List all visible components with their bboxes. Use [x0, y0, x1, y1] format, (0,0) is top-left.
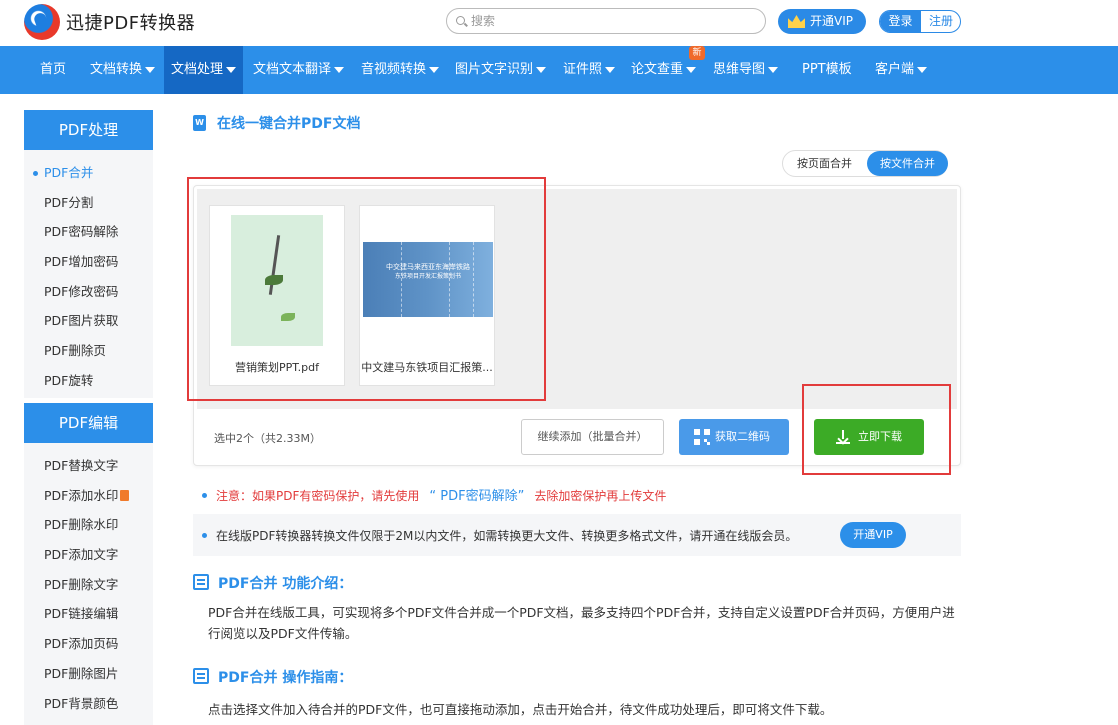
- auth-buttons: 登录 注册: [879, 10, 961, 33]
- get-qr-button[interactable]: 获取二维码: [679, 419, 789, 455]
- nav-label: 证件照: [563, 62, 603, 77]
- register-button[interactable]: 注册: [921, 11, 960, 32]
- vip-info-text: 在线版PDF转换器转换文件仅限于2M以内文件，如需转换更大文件、转换更多格式文件…: [216, 529, 798, 543]
- sidebar-group-pdf-process: PDF处理: [24, 110, 153, 150]
- chevron-down-icon: [145, 66, 156, 73]
- pdf-decrypt-link[interactable]: “ PDF密码解除”: [429, 489, 524, 504]
- search-placeholder: 搜索: [471, 14, 496, 28]
- continue-add-button[interactable]: 继续添加（批量合并）: [521, 419, 664, 455]
- hot-tag-icon: [120, 489, 130, 501]
- vip-info: 在线版PDF转换器转换文件仅限于2M以内文件，如需转换更大文件、转换更多格式文件…: [202, 527, 797, 544]
- open-vip-label: 开通VIP: [810, 14, 853, 28]
- chevron-down-icon: [768, 66, 779, 73]
- chevron-down-icon: [226, 66, 237, 73]
- main-nav: 首页 文档转换 文档处理 文档文本翻译 音视频转换 图片文字识别 证件照 论文查…: [0, 46, 1118, 94]
- sidebar-item-link-edit[interactable]: PDF链接编辑: [24, 599, 153, 629]
- sidebar-item-add-page-number[interactable]: PDF添加页码: [24, 629, 153, 659]
- sidebar-item-pdf-decrypt[interactable]: PDF密码解除: [24, 217, 153, 247]
- nav-home[interactable]: 首页: [40, 46, 66, 94]
- sidebar-item-pdf-merge[interactable]: PDF合并: [24, 158, 153, 188]
- open-vip-button[interactable]: 开通VIP: [778, 9, 866, 34]
- login-button[interactable]: 登录: [880, 11, 921, 32]
- feature-intro-title: PDF合并 功能介绍：: [218, 576, 353, 592]
- nav-label: 音视频转换: [361, 62, 427, 77]
- top-header: 迅捷PDF转换器 搜索 开通VIP 登录 注册: [0, 0, 1118, 46]
- nav-translate[interactable]: 文档文本翻译: [253, 46, 345, 94]
- nav-label: 文档处理: [171, 62, 224, 77]
- nav-label: 首页: [40, 62, 67, 77]
- nav-client[interactable]: 客户端: [875, 46, 928, 94]
- nav-doc-process[interactable]: 文档处理: [164, 46, 244, 94]
- notice-text: 注意：如果PDF有密码保护，请先使用: [216, 489, 420, 503]
- highlight-box-files: [187, 177, 546, 401]
- merge-by-page-tab[interactable]: 按页面合并: [783, 151, 866, 176]
- notice-text: 去除加密保护再上传文件: [534, 489, 667, 503]
- chevron-down-icon: [686, 66, 697, 73]
- nav-label: 图片文字识别: [455, 62, 534, 77]
- nav-label: 客户端: [875, 62, 915, 77]
- search-input[interactable]: 搜索: [446, 8, 766, 34]
- nav-ocr[interactable]: 图片文字识别: [455, 46, 547, 94]
- nav-label: 文档文本翻译: [253, 62, 332, 77]
- merge-by-file-tab[interactable]: 按文件合并: [867, 151, 948, 176]
- nav-id-photo[interactable]: 证件照: [563, 46, 616, 94]
- highlight-box-download: [802, 384, 951, 475]
- sidebar-item-pdf-delete-page[interactable]: PDF删除页: [24, 336, 153, 366]
- nav-av-convert[interactable]: 音视频转换: [361, 46, 440, 94]
- sidebar-item-pdf-encrypt[interactable]: PDF增加密码: [24, 247, 153, 277]
- nav-label: 思维导图: [713, 62, 766, 77]
- page-title: 在线一键合并PDF文档: [217, 116, 361, 132]
- sidebar-item-background-color[interactable]: PDF背景颜色: [24, 689, 153, 719]
- new-badge: 新: [689, 46, 705, 60]
- bullet-dot: [202, 533, 207, 538]
- sidebar-item-add-watermark[interactable]: PDF添加水印: [24, 481, 153, 511]
- chevron-down-icon: [605, 66, 616, 73]
- get-qr-label: 获取二维码: [715, 430, 770, 443]
- selection-status: 选中2个（共2.33M）: [214, 432, 321, 445]
- sidebar-item-add-text[interactable]: PDF添加文字: [24, 540, 153, 570]
- open-vip-small-button[interactable]: 开通VIP: [840, 522, 906, 548]
- search-icon: [456, 16, 465, 25]
- chevron-down-icon: [536, 66, 547, 73]
- vip-info-box: 在线版PDF转换器转换文件仅限于2M以内文件，如需转换更大文件、转换更多格式文件…: [193, 514, 961, 556]
- sidebar-item-delete-text[interactable]: PDF删除文字: [24, 570, 153, 600]
- nav-label: 文档转换: [90, 62, 143, 77]
- merge-mode-toggle: 按页面合并 按文件合并: [782, 150, 948, 177]
- nav-plagiarism[interactable]: 论文查重: [631, 46, 697, 94]
- sidebar-item-pdf-change-password[interactable]: PDF修改密码: [24, 277, 153, 307]
- nav-mindmap[interactable]: 思维导图: [713, 46, 779, 94]
- sidebar-item-pdf-image-extract[interactable]: PDF图片获取: [24, 306, 153, 336]
- nav-label: PPT模板: [802, 62, 852, 77]
- sidebar-item-pdf-rotate[interactable]: PDF旋转: [24, 366, 153, 396]
- password-notice: 注意：如果PDF有密码保护，请先使用 “ PDF密码解除” 去除加密保护再上传文件: [202, 485, 666, 504]
- sidebar-item-pdf-split[interactable]: PDF分割: [24, 188, 153, 218]
- feature-intro-body: PDF合并在线版工具，可实现将多个PDF文件合并成一个PDF文档，最多支持四个P…: [208, 605, 955, 641]
- sidebar-list-process: PDF合并 PDF分割 PDF密码解除 PDF增加密码 PDF修改密码 PDF图…: [24, 150, 153, 398]
- chevron-down-icon: [917, 66, 928, 73]
- nav-label: 论文查重: [631, 62, 684, 77]
- qr-code-icon: [694, 429, 710, 445]
- chevron-down-icon: [429, 66, 440, 73]
- nav-doc-convert[interactable]: 文档转换: [90, 46, 156, 94]
- crown-icon: [788, 15, 805, 28]
- sidebar-item-remove-watermark[interactable]: PDF删除水印: [24, 510, 153, 540]
- sidebar-item-delete-image[interactable]: PDF删除图片: [24, 659, 153, 689]
- guide-title: PDF合并 操作指南：: [218, 670, 353, 686]
- bullet-dot: [202, 493, 207, 498]
- feature-intro-icon: [193, 574, 209, 590]
- guide-icon: [193, 668, 209, 684]
- sidebar-group-pdf-edit: PDF编辑: [24, 403, 153, 443]
- word-doc-icon: W: [193, 115, 206, 131]
- sidebar-item-label: PDF添加水印: [44, 487, 119, 503]
- sidebar-item-replace-text[interactable]: PDF替换文字: [24, 451, 153, 481]
- sidebar-list-edit: PDF替换文字 PDF添加水印 PDF删除水印 PDF添加文字 PDF删除文字 …: [24, 443, 153, 725]
- brand-name[interactable]: 迅捷PDF转换器: [66, 9, 195, 35]
- guide-body: 点击选择文件加入待合并的PDF文件，也可直接拖动添加，点击开始合并，待文件成功处…: [208, 702, 833, 717]
- chevron-down-icon: [334, 66, 345, 73]
- nav-ppt-template[interactable]: PPT模板: [802, 46, 852, 94]
- logo-icon[interactable]: [24, 4, 60, 40]
